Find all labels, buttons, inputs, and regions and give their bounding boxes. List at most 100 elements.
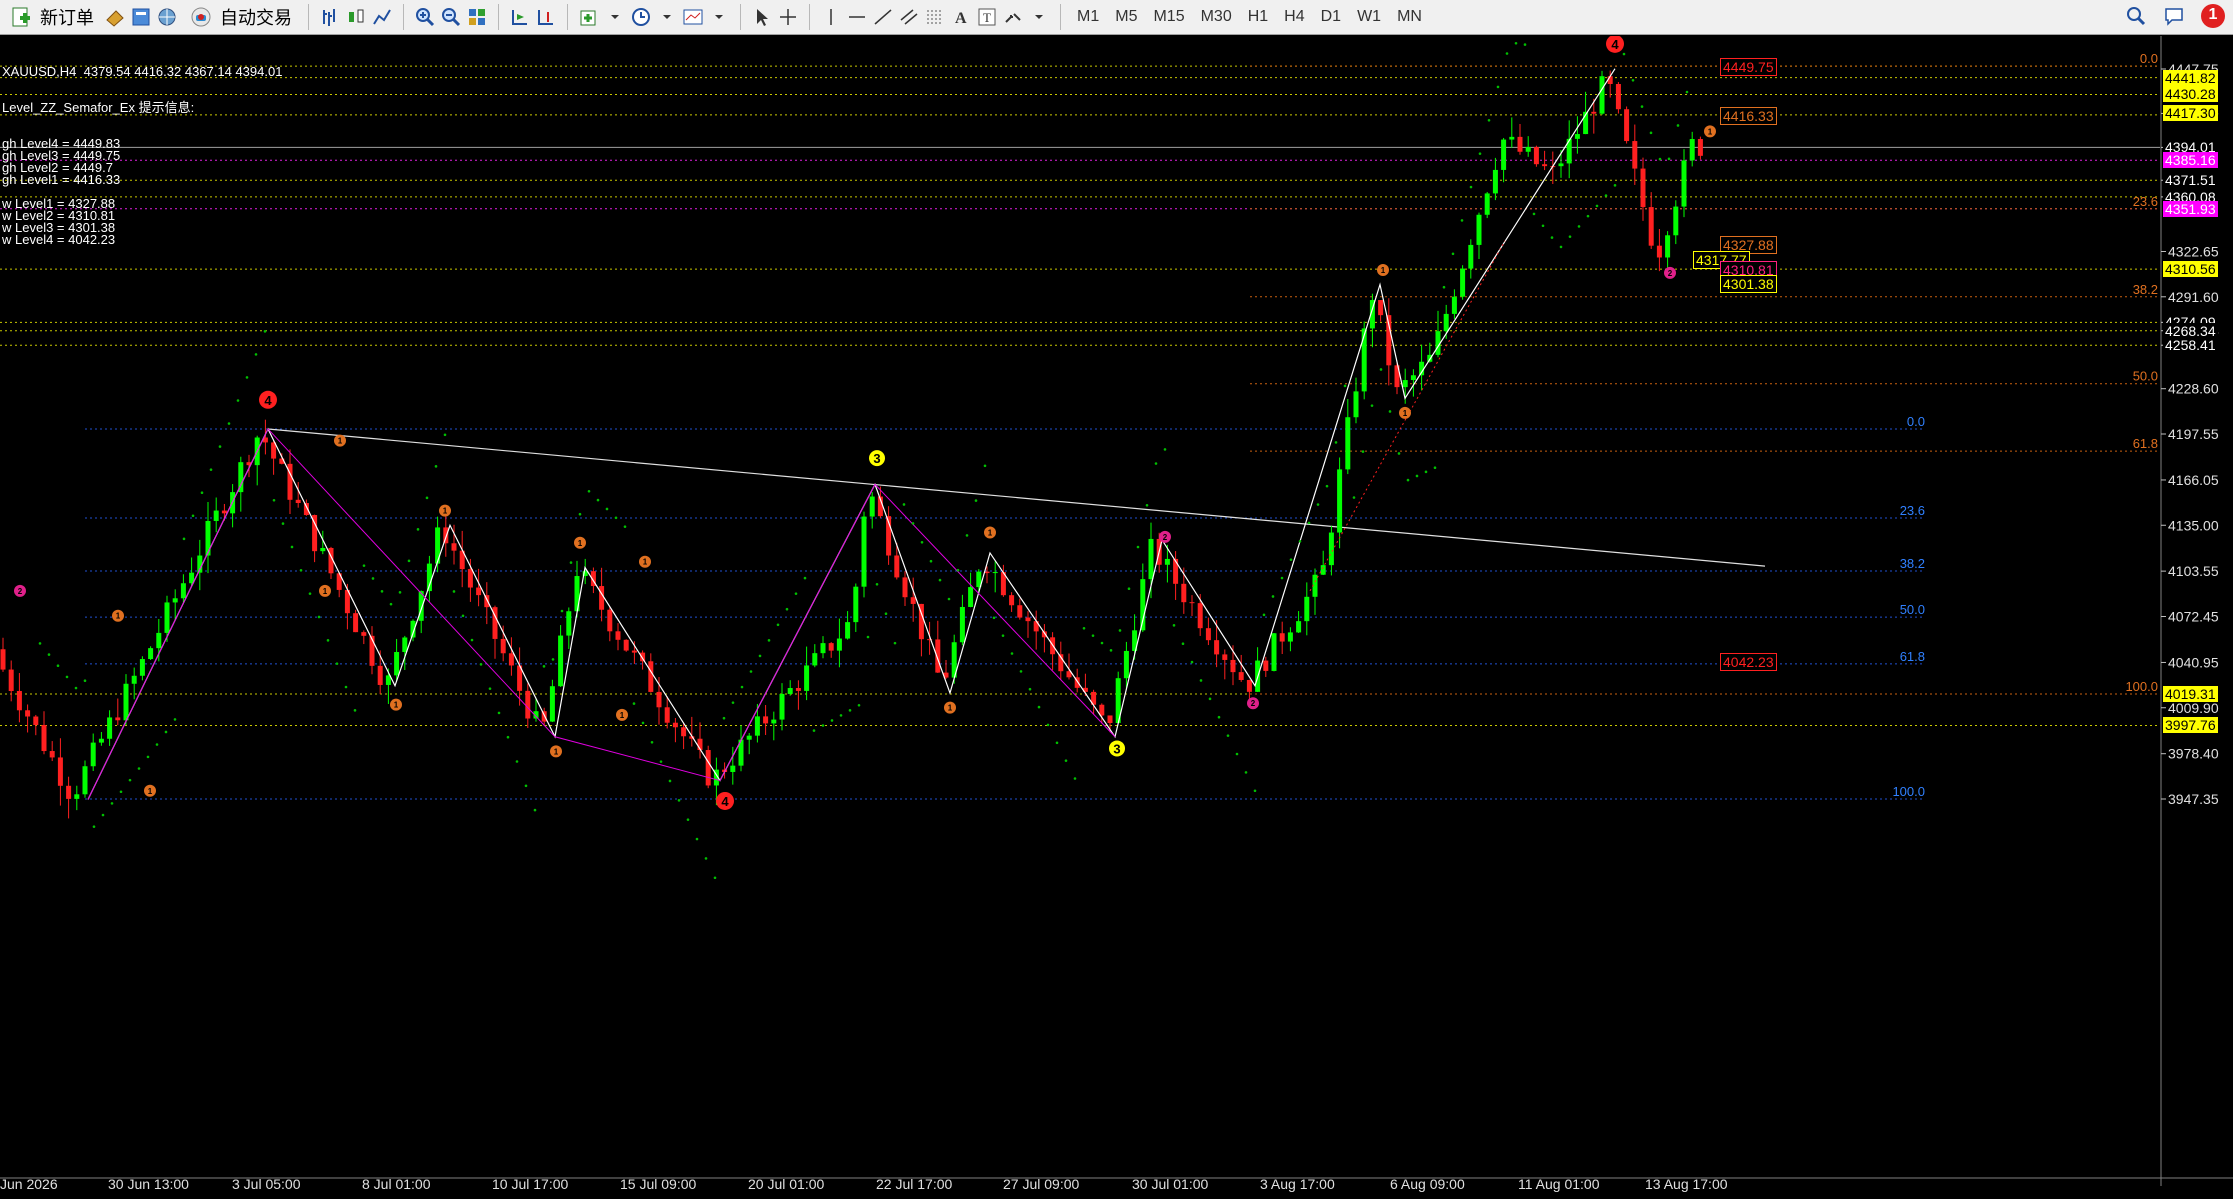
sar-dot — [911, 522, 915, 525]
sar-dot — [1424, 470, 1428, 474]
crosshair-icon[interactable] — [775, 4, 801, 30]
sar-dot — [1442, 285, 1446, 289]
market-watch-icon[interactable] — [102, 4, 128, 30]
dropdown-arrow-icon[interactable] — [1026, 4, 1052, 30]
dropdown-arrow-icon[interactable] — [602, 4, 628, 30]
auto-scroll-icon[interactable] — [507, 4, 533, 30]
semafor-label: 1 — [443, 507, 448, 516]
candle-body — [1271, 633, 1277, 671]
sar-dot — [1271, 595, 1275, 598]
text-label-icon[interactable]: T — [974, 4, 1000, 30]
sar-dot — [659, 760, 663, 763]
tile-windows-icon[interactable] — [464, 4, 490, 30]
sar-dot — [38, 642, 42, 645]
new-order-button[interactable]: 新订单 — [2, 3, 100, 31]
notification-badge[interactable]: 1 — [2199, 3, 2225, 29]
candle-body — [631, 650, 637, 653]
periods-clock-icon[interactable] — [628, 4, 654, 30]
horizontal-line-icon[interactable] — [844, 4, 870, 30]
sar-dot — [974, 499, 978, 502]
toolbar-separator — [809, 4, 810, 30]
search-icon[interactable] — [2123, 3, 2149, 29]
sar-dot — [794, 592, 798, 595]
zoom-in-icon[interactable] — [412, 4, 438, 30]
sar-dot — [308, 592, 312, 595]
globe-icon[interactable] — [154, 4, 180, 30]
sar-dot — [1631, 79, 1635, 82]
fibonacci-icon[interactable] — [922, 4, 948, 30]
candle-body — [787, 688, 793, 694]
line-chart-icon[interactable] — [369, 4, 395, 30]
sar-dot — [1586, 214, 1590, 218]
timeframe-m15[interactable]: M15 — [1145, 3, 1192, 31]
cursor-icon[interactable] — [749, 4, 775, 30]
candle-body — [0, 649, 6, 670]
timeframe-d1[interactable]: D1 — [1313, 3, 1349, 31]
templates-icon[interactable] — [680, 4, 706, 30]
candle-body — [1173, 558, 1179, 584]
timeframe-h4[interactable]: H4 — [1276, 3, 1312, 31]
sar-dot — [407, 559, 411, 563]
sar-dot — [1190, 660, 1194, 664]
timeframe-m5[interactable]: M5 — [1107, 3, 1145, 31]
sar-dot — [992, 616, 996, 620]
zoom-out-icon[interactable] — [438, 4, 464, 30]
fib-upper-label: 50.0 — [2133, 369, 2158, 384]
sar-dot — [713, 876, 717, 880]
time-axis-label: 11 Aug 01:00 — [1518, 1176, 1600, 1192]
sar-dot — [1208, 697, 1212, 701]
candle-body — [66, 785, 72, 799]
sar-dot — [1388, 410, 1392, 413]
trendline — [267, 428, 1766, 567]
fib-lower-label: 50.0 — [1900, 602, 1925, 617]
vertical-line-icon[interactable] — [818, 4, 844, 30]
dropdown-arrow-icon[interactable] — [706, 4, 732, 30]
sar-dot — [281, 522, 285, 525]
sar-dot — [812, 729, 816, 732]
arrows-icon[interactable] — [1000, 4, 1026, 30]
price-tag: 4019.31 — [2163, 686, 2218, 703]
sar-dot — [857, 703, 861, 707]
toolbar-right: 1 — [2123, 3, 2225, 29]
candle-body — [435, 527, 441, 564]
sar-dot — [560, 609, 564, 613]
price-chart[interactable]: 0.0 23.6 38.2 50.0 61.8 100.0 0.0 23.6 38.2 50.0 6… — [0, 34, 2233, 1194]
timeframe-mn[interactable]: MN — [1389, 3, 1430, 31]
chat-icon[interactable] — [2161, 3, 2187, 29]
chart-canvas[interactable]: 0.0 23.6 38.2 50.0 61.8 100.0 0.0 23.6 38.2 50.0 6… — [0, 34, 2233, 1194]
level-price-label: 4416.33 — [1720, 106, 1777, 125]
candle-body — [779, 693, 785, 720]
dropdown-arrow-icon[interactable] — [654, 4, 680, 30]
candle-body — [221, 510, 227, 514]
trendline-icon[interactable] — [870, 4, 896, 30]
sar-dot — [1595, 204, 1599, 208]
candle-body — [1476, 214, 1482, 245]
candlestick-icon[interactable] — [343, 4, 369, 30]
sar-dot — [1361, 450, 1365, 453]
sar-dot — [821, 724, 825, 727]
timeframe-m30[interactable]: M30 — [1193, 3, 1240, 31]
candle-body — [41, 724, 47, 752]
candle-body — [1632, 141, 1638, 169]
navigator-icon[interactable] — [128, 4, 154, 30]
candle-body — [1517, 136, 1523, 152]
sar-dot — [1091, 634, 1095, 637]
timeframe-m1[interactable]: M1 — [1069, 3, 1107, 31]
sar-dot — [146, 755, 150, 759]
chart-shift-icon[interactable] — [533, 4, 559, 30]
timeframe-h1[interactable]: H1 — [1240, 3, 1276, 31]
bar-chart-icon[interactable] — [317, 4, 343, 30]
auto-trading-button[interactable]: 自动交易 — [182, 3, 298, 31]
semafor-label: 1 — [578, 539, 583, 548]
toolbar-separator — [740, 4, 741, 30]
sar-dot — [1145, 503, 1149, 507]
semafor-label: 1 — [323, 587, 328, 596]
equidistant-channel-icon[interactable] — [896, 4, 922, 30]
indicators-icon[interactable] — [576, 4, 602, 30]
sar-dot — [353, 709, 357, 712]
timeframe-w1[interactable]: W1 — [1349, 3, 1389, 31]
text-icon[interactable]: A — [948, 4, 974, 30]
candle-body — [1542, 164, 1548, 167]
sar-dot — [1568, 235, 1572, 238]
sar-dot — [488, 687, 492, 690]
